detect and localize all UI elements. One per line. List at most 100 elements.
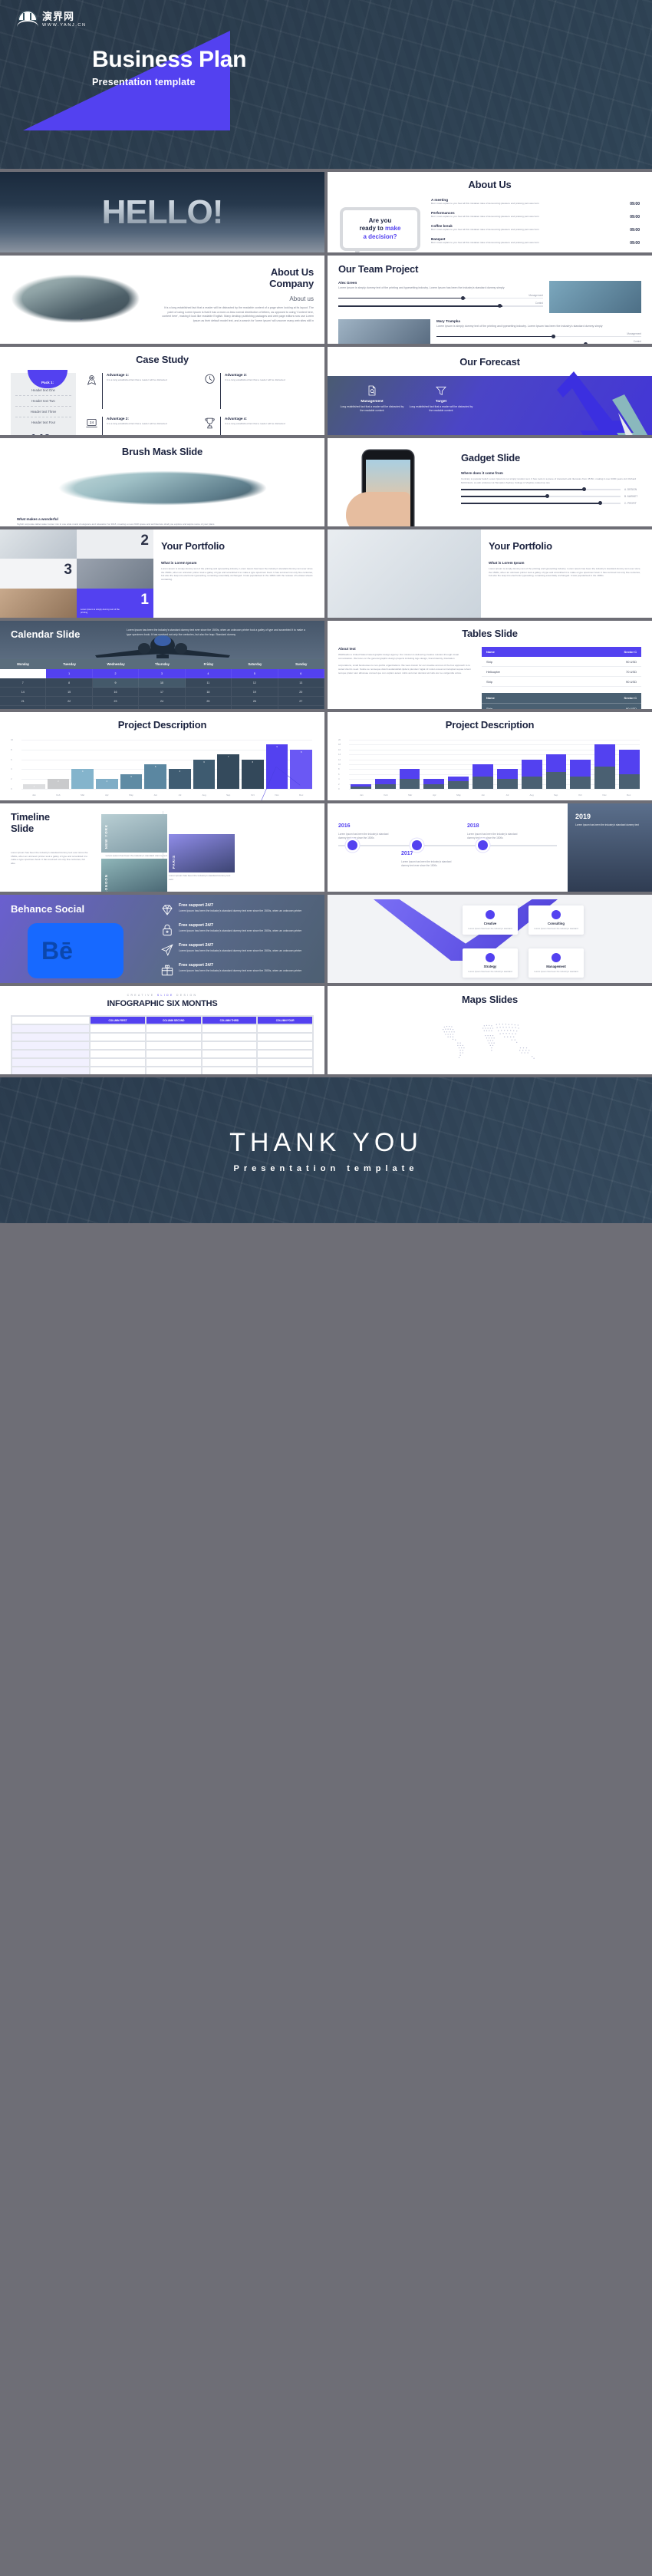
gadget-slider[interactable]: C. PROFIT [461, 501, 641, 506]
infographic-cell[interactable] [12, 1050, 91, 1058]
calendar-day[interactable]: 18 [185, 688, 232, 697]
gadget-slider[interactable]: A. DESIGN [461, 487, 641, 492]
infographic-cell[interactable] [12, 1041, 91, 1050]
calendar-day[interactable]: 29 [46, 706, 93, 709]
calendar-day[interactable]: 1 [46, 669, 93, 678]
infographic-cell[interactable] [12, 1024, 91, 1033]
calendar-day[interactable]: 28 [0, 706, 47, 709]
calendar-day[interactable]: 4 [185, 669, 232, 678]
bar-value-label: 9 [276, 746, 278, 749]
calendar-day[interactable] [232, 706, 278, 709]
infographic-cell[interactable] [12, 1067, 91, 1074]
chart-gridline [21, 789, 312, 790]
infographic-cell[interactable] [90, 1041, 146, 1050]
infographic-cell[interactable] [90, 1024, 146, 1033]
chart-bar: 9 [265, 737, 288, 789]
advantage-desc: It is a long established fact that a rea… [107, 422, 167, 426]
brush-title: Brush Mask Slide [121, 446, 203, 457]
advantage-title: Advantage 1: [107, 373, 129, 377]
infographic-cell[interactable] [257, 1058, 313, 1067]
calendar-day[interactable] [186, 706, 232, 709]
x-axis-tick: May [456, 793, 461, 797]
infographic-cell[interactable] [90, 1067, 146, 1074]
timeline-card: LONDON [101, 859, 167, 892]
x-axis-labels: Jan Feb Mar Apr May Jun Jul Aug Sep Oct Nov Dec [23, 793, 312, 797]
x-axis-tick: Oct [578, 793, 582, 797]
infographic-cell[interactable] [201, 1067, 258, 1074]
slide-brush-mask: Brush Mask Slide What makes a wonderful … [0, 438, 324, 526]
tables-about-p2: corporations, small businesses to non-pr… [338, 664, 471, 675]
calendar-day[interactable]: 11 [185, 678, 232, 688]
laptop-24-icon: 24 [85, 417, 98, 430]
infographic-cell[interactable] [257, 1033, 313, 1041]
infographic-cell[interactable] [257, 1041, 313, 1050]
infographic-cell[interactable] [201, 1041, 258, 1050]
calendar-day[interactable]: 19 [232, 688, 278, 697]
thanks-subtitle: Presentation template [233, 1163, 419, 1173]
calendar-day[interactable]: 30 [93, 706, 140, 709]
infographic-cell[interactable] [12, 1058, 91, 1067]
infographic-cell[interactable] [145, 1058, 202, 1067]
calendar-day[interactable]: 27 [278, 697, 324, 706]
skill-meter: Management [338, 294, 543, 300]
calendar-day[interactable]: 12 [232, 678, 278, 688]
infographic-cell[interactable] [12, 1033, 91, 1041]
calendar-day[interactable]: 8 [46, 678, 93, 688]
deck-row-9: Timeline Slide Lorem Ipsum has been the … [0, 803, 652, 892]
calendar-day[interactable]: 22 [46, 697, 93, 706]
infographic-cell[interactable] [90, 1033, 146, 1041]
infographic-cell[interactable] [145, 1067, 202, 1074]
deck-row-2: HELLO! About Us Are you ready to make a … [0, 172, 652, 252]
deck-row-6: 2 3 1 Lorem Ipsum is simply dummy text o… [0, 529, 652, 618]
logo-text-cn: 演界网 [42, 10, 75, 22]
x-axis-tick: Nov [275, 793, 279, 797]
calendar-day[interactable]: 20 [278, 688, 324, 697]
infographic-cell[interactable] [90, 1058, 146, 1067]
calendar-day[interactable]: 26 [232, 697, 278, 706]
infographic-cell[interactable] [201, 1050, 258, 1058]
infographic-cell[interactable] [145, 1050, 202, 1058]
infographic-cell[interactable] [145, 1033, 202, 1041]
infographic-cell[interactable] [257, 1050, 313, 1058]
calendar-day[interactable]: 16 [92, 688, 140, 697]
calendar-day[interactable]: 23 [92, 697, 140, 706]
calendar-day[interactable]: 21 [0, 697, 47, 706]
trophy-icon [203, 417, 216, 430]
portfolio-desk-photo [328, 529, 481, 618]
calendar-day[interactable]: 13 [278, 678, 324, 688]
infographic-cell[interactable] [145, 1024, 202, 1033]
timeline-dot[interactable] [478, 840, 488, 850]
portfolio-title: Your Portfolio [489, 540, 552, 552]
infographic-cell[interactable] [201, 1024, 258, 1033]
calendar-day[interactable] [278, 706, 324, 709]
timeline-dot[interactable] [347, 840, 357, 850]
x-axis-labels: Jan Feb Mar Apr May Jun Jul Aug Sep Oct Nov Dec [351, 793, 640, 797]
infographic-cell[interactable] [257, 1024, 313, 1033]
infographic-cell[interactable] [90, 1050, 146, 1058]
infographic-cell[interactable] [201, 1033, 258, 1041]
gadget-slider[interactable]: B. MARKET [461, 494, 641, 499]
slide-timeline-years: 2016 Lorem Ipsum has been the industry's… [328, 803, 652, 892]
calendar-day[interactable]: 5 [232, 669, 278, 678]
calendar-day[interactable]: 10 [139, 678, 186, 688]
calendar-day[interactable]: 9 [92, 678, 140, 688]
calendar-day[interactable]: 15 [46, 688, 93, 697]
calendar-day[interactable]: 17 [139, 688, 186, 697]
calendar-day[interactable]: 31 [139, 706, 186, 709]
calendar-day[interactable]: 7 [0, 678, 47, 688]
calendar-day[interactable] [0, 669, 47, 678]
calendar-day[interactable]: 6 [278, 669, 324, 678]
calendar-day[interactable]: 24 [139, 697, 186, 706]
chart-bar-segment [473, 764, 493, 777]
infographic-cell[interactable] [145, 1041, 202, 1050]
advantage-title: Advantage 2: [107, 417, 129, 421]
infographic-cell[interactable] [201, 1058, 258, 1067]
calendar-day[interactable]: 25 [185, 697, 232, 706]
x-axis-tick: Aug [202, 793, 206, 797]
calendar-day[interactable]: 14 [0, 688, 47, 697]
calendar-day[interactable]: 3 [139, 669, 186, 678]
bar-value-label: 2 [106, 780, 108, 783]
calendar-day[interactable]: 2 [92, 669, 140, 678]
infographic-cell[interactable] [257, 1067, 313, 1074]
timeline-dot[interactable] [412, 840, 422, 850]
